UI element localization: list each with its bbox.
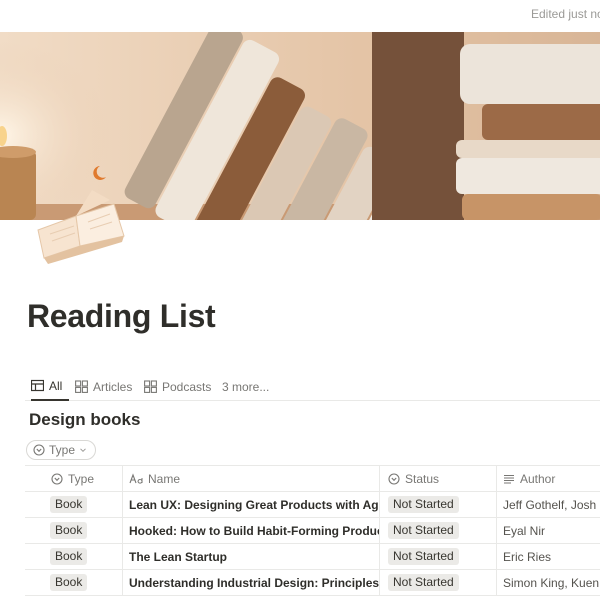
author-text: Simon King, Kuen C [503, 575, 600, 590]
tab-all[interactable]: All [31, 372, 69, 401]
status-cell[interactable]: Not Started [380, 518, 497, 543]
status-cell[interactable]: Not Started [380, 570, 497, 595]
gallery-icon [75, 380, 88, 393]
status-tag: Not Started [388, 496, 459, 513]
type-tag: Book [50, 496, 88, 513]
table-row[interactable]: Book Understanding Industrial Design: Pr… [25, 570, 600, 596]
author-cell[interactable]: Jeff Gothelf, Josh S [497, 492, 600, 517]
type-cell[interactable]: Book [25, 518, 123, 543]
author-text: Eric Ries [503, 549, 552, 564]
name-cell[interactable]: Hooked: How to Build Habit-Forming Produ… [123, 518, 380, 543]
tab-label: Articles [93, 379, 133, 394]
column-header-status[interactable]: Status [380, 466, 497, 491]
author-text: Jeff Gothelf, Josh S [503, 497, 600, 512]
name-cell[interactable]: The Lean Startup [123, 544, 380, 569]
book-name: Understanding Industrial Design: Princip… [129, 575, 380, 590]
column-header-label: Status [405, 471, 440, 486]
select-property-icon [51, 472, 63, 485]
status-tag: Not Started [388, 522, 459, 539]
type-cell[interactable]: Book [25, 570, 123, 595]
column-header-label: Author [520, 471, 556, 486]
author-cell[interactable]: Eric Ries [497, 544, 600, 569]
column-header-author[interactable]: Author [497, 466, 600, 491]
table-icon [31, 379, 44, 392]
list-property-icon [503, 473, 515, 485]
table-header: Type Name Status Author [25, 465, 600, 492]
database-table: Type Name Status Author Book Lean UX: De… [25, 465, 600, 596]
view-title[interactable]: Design books [29, 410, 140, 430]
table-row[interactable]: Book Lean UX: Designing Great Products w… [25, 492, 600, 518]
gallery-icon [144, 380, 157, 393]
status-tag: Not Started [388, 574, 459, 591]
author-cell[interactable]: Simon King, Kuen C [497, 570, 600, 595]
view-tabs: All Articles Podcasts 3 more... [25, 372, 600, 401]
type-filter-button[interactable]: Type [26, 440, 97, 460]
book-name: Lean UX: Designing Great Products with A… [129, 497, 379, 512]
type-tag: Book [50, 574, 88, 591]
tab-label: All [49, 378, 63, 393]
type-tag: Book [50, 548, 88, 565]
tab-label: Podcasts [162, 379, 212, 394]
select-property-icon [388, 472, 400, 485]
column-header-label: Type [68, 471, 95, 486]
status-tag: Not Started [388, 548, 459, 565]
status-cell[interactable]: Not Started [380, 544, 497, 569]
name-cell[interactable]: Understanding Industrial Design: Princip… [123, 570, 380, 595]
tab-articles[interactable]: Articles [75, 372, 132, 401]
status-cell[interactable]: Not Started [380, 492, 497, 517]
book-name: Hooked: How to Build Habit-Forming Produ… [129, 523, 380, 538]
column-header-name[interactable]: Name [123, 466, 380, 491]
type-cell[interactable]: Book [25, 544, 123, 569]
author-text: Eyal Nir [503, 523, 546, 538]
tab-more-views[interactable]: 3 more... [222, 372, 269, 401]
tab-label: 3 more... [222, 379, 270, 394]
table-row[interactable]: Book Hooked: How to Build Habit-Forming … [25, 518, 600, 544]
name-cell[interactable]: Lean UX: Designing Great Products with A… [123, 492, 380, 517]
open-book-icon[interactable] [30, 186, 130, 266]
chevron-down-icon [79, 446, 87, 454]
page-title[interactable]: Reading List [27, 298, 216, 335]
table-row[interactable]: Book The Lean Startup Not Started Eric R… [25, 544, 600, 570]
type-tag: Book [50, 522, 88, 539]
tab-podcasts[interactable]: Podcasts [144, 372, 211, 401]
text-property-icon [129, 472, 143, 485]
author-cell[interactable]: Eyal Nir [497, 518, 600, 543]
column-header-type[interactable]: Type [25, 466, 123, 491]
column-header-label: Name [148, 471, 181, 486]
filter-label: Type [49, 443, 76, 457]
type-cell[interactable]: Book [25, 492, 123, 517]
edited-status: Edited just no [531, 7, 600, 21]
select-property-icon [33, 444, 45, 456]
top-bar: Edited just no [0, 0, 600, 32]
book-name: The Lean Startup [129, 549, 228, 564]
